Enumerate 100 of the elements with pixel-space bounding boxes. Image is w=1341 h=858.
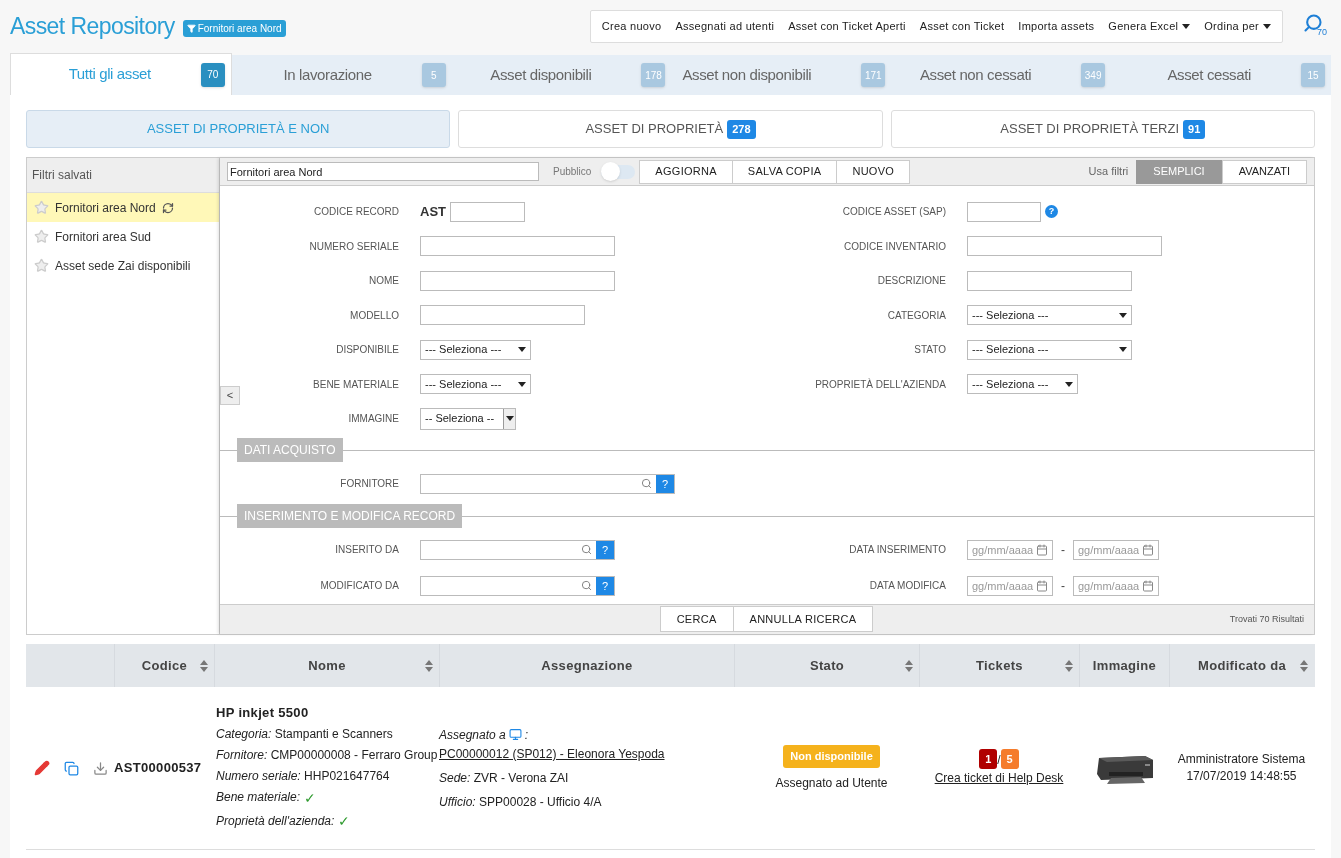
column-header[interactable]: Codice — [114, 644, 214, 687]
select-field[interactable]: --- Seleziona --- — [967, 374, 1078, 395]
tab[interactable]: Asset non disponibili 171 — [671, 55, 892, 95]
ownership-filter-button[interactable]: ASSET DI PROPRIETÀ TERZI 91 — [890, 110, 1315, 148]
caret-icon — [1119, 347, 1127, 353]
refresh-icon[interactable] — [161, 201, 174, 214]
column-header[interactable]: Assegnazione — [439, 644, 734, 687]
column-header[interactable]: Modificato da — [1169, 644, 1314, 687]
saved-filter-item[interactable]: Fornitori area Nord — [27, 193, 219, 222]
input-field[interactable] — [420, 270, 615, 291]
tab[interactable]: In lavorazione 5 — [231, 55, 452, 95]
create-ticket-link[interactable]: Crea ticket di Help Desk — [934, 769, 1064, 787]
tab[interactable]: Asset disponibili 178 — [451, 55, 672, 95]
calendar-icon[interactable] — [1036, 543, 1048, 556]
ownership-filter-button[interactable]: ASSET DI PROPRIETÀ 278 — [458, 110, 883, 148]
lookup-field[interactable]: ? — [420, 575, 615, 596]
count-badge: 349 — [1081, 63, 1106, 87]
saved-filter-item[interactable]: Fornitori area Sud — [27, 222, 219, 251]
filter-action-button[interactable]: AGGIORNA — [639, 159, 733, 184]
select-field[interactable]: --- Seleziona --- — [420, 339, 531, 360]
calendar-icon[interactable] — [1142, 543, 1154, 556]
calendar-icon[interactable] — [1142, 579, 1154, 592]
input-field[interactable] — [967, 270, 1132, 291]
filter-action-button[interactable]: NUOVO — [836, 159, 911, 184]
search-icon[interactable] — [641, 478, 652, 490]
tab[interactable]: Asset non cessati 349 — [891, 55, 1112, 95]
help-icon[interactable]: ? — [1045, 205, 1058, 219]
sort-icon[interactable] — [1065, 659, 1073, 672]
help-button[interactable]: ? — [656, 474, 674, 493]
toggle-switch[interactable] — [601, 164, 636, 179]
toolbar-button[interactable]: Asset con Ticket Aperti — [781, 17, 913, 35]
edit-icon[interactable] — [34, 760, 50, 776]
search-icon[interactable] — [581, 580, 592, 592]
lookup-field[interactable]: ? — [420, 473, 675, 494]
sort-icon[interactable] — [425, 659, 433, 672]
select-field[interactable]: --- Seleziona --- — [420, 374, 531, 395]
search-action-button[interactable]: CERCA — [659, 606, 734, 633]
count-badge: 70 — [200, 62, 225, 87]
tab[interactable]: Tutti gli asset 70 — [10, 53, 232, 95]
field-label: MODIFICATO DA — [319, 579, 400, 594]
section-header: DATI ACQUISTO — [237, 437, 343, 462]
count-badge: 171 — [861, 63, 886, 87]
toolbar-button[interactable]: Asset con Ticket — [912, 17, 1012, 35]
help-button[interactable]: ? — [596, 576, 614, 595]
toolbar-button[interactable]: Crea nuovo — [594, 17, 669, 35]
search-button[interactable]: 70 — [1303, 13, 1327, 39]
input-field[interactable] — [420, 305, 585, 326]
toolbar-button[interactable]: Importa assets — [1011, 17, 1102, 35]
star-icon[interactable] — [34, 200, 49, 215]
calendar-icon[interactable] — [1036, 579, 1048, 592]
collapse-button[interactable]: < — [220, 386, 240, 405]
input-field[interactable] — [450, 201, 525, 222]
toolbar-button[interactable]: Ordina per — [1197, 17, 1278, 35]
field-label: INSERITO DA — [334, 543, 400, 558]
search-count: 70 — [1317, 25, 1327, 39]
field-label: NUMERO SERIALE — [308, 239, 400, 254]
range-separator: - — [1061, 577, 1065, 595]
sort-icon[interactable] — [1300, 659, 1308, 672]
column-header[interactable]: Immagine — [1079, 644, 1169, 687]
star-icon[interactable] — [34, 258, 49, 273]
download-icon[interactable] — [93, 760, 108, 776]
computer-icon — [508, 728, 522, 741]
select-field[interactable]: -- Seleziona -- — [420, 407, 516, 430]
field-label: DATA MODIFICA — [868, 579, 947, 594]
assignee-link[interactable]: PC00000012 (SP012) - Eleonora Yespoda — [439, 744, 734, 763]
input-field[interactable] — [967, 201, 1041, 222]
search-action-button[interactable]: ANNULLA RICERCA — [732, 606, 874, 633]
sort-icon[interactable] — [200, 659, 208, 672]
star-icon[interactable] — [34, 229, 49, 244]
help-button[interactable]: ? — [596, 540, 614, 559]
select-field[interactable]: --- Seleziona --- — [967, 339, 1132, 360]
section-header: INSERIMENTO E MODIFICA RECORD — [237, 503, 463, 528]
field-label: CODICE INVENTARIO — [842, 239, 947, 254]
column-header[interactable]: Stato — [734, 644, 919, 687]
select-field[interactable]: --- Seleziona --- — [967, 305, 1132, 326]
input-field[interactable] — [967, 236, 1162, 257]
input-field[interactable] — [420, 236, 615, 257]
sort-icon[interactable] — [905, 659, 913, 672]
caret-icon — [1182, 23, 1191, 29]
ticket-separator: / — [997, 752, 1001, 769]
tab[interactable]: Asset cessati 15 — [1111, 55, 1331, 95]
filter-icon — [186, 23, 196, 33]
check-icon: ✓ — [304, 789, 317, 808]
filter-action-button[interactable]: SALVA COPIA — [731, 159, 838, 184]
copy-icon[interactable] — [64, 760, 79, 776]
filter-mode-tab[interactable]: AVANZATI — [1221, 159, 1307, 184]
results-count: Trovati 70 Risultati — [1229, 612, 1304, 626]
lookup-field[interactable]: ? — [420, 539, 615, 560]
saved-filter-item[interactable]: Asset sede Zai disponibili — [27, 251, 219, 280]
column-header[interactable]: Tickets — [919, 644, 1079, 687]
search-icon[interactable] — [581, 544, 592, 556]
field-label: FORNITORE — [339, 477, 400, 492]
toolbar-button[interactable]: Assegnati ad utenti — [668, 17, 782, 35]
count-badge: 5 — [421, 63, 446, 87]
asset-detail: Numero seriale: HHP021647764 — [216, 768, 391, 785]
toolbar-button[interactable]: Genera Excel — [1101, 17, 1198, 35]
field-label: IMMAGINE — [347, 412, 400, 427]
filter-name-field[interactable]: Fornitori area Nord — [227, 162, 539, 182]
panel-title: Filtri salvati — [32, 167, 92, 184]
column-header[interactable]: Nome — [214, 644, 439, 687]
